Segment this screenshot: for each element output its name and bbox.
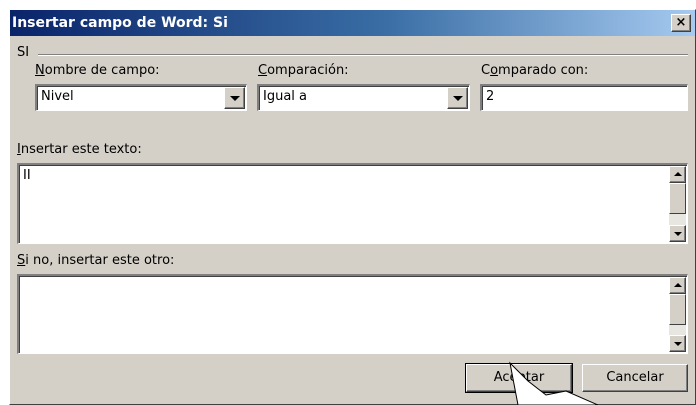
scroll-up-icon bbox=[674, 283, 682, 287]
comparison-combobox[interactable]: Igual a bbox=[257, 84, 470, 111]
comparison-label: Comparación: bbox=[258, 63, 349, 78]
insert-text-scrollbar[interactable] bbox=[669, 166, 686, 242]
dialog-title: Insertar campo de Word: Si bbox=[12, 15, 228, 31]
scroll-thumb[interactable] bbox=[669, 183, 686, 214]
field-name-dropdown-button[interactable] bbox=[224, 87, 245, 109]
chevron-down-icon bbox=[453, 96, 463, 101]
word-field-dialog: Insertar campo de Word: Si × SI Nombre d… bbox=[9, 9, 696, 405]
scroll-up-button[interactable] bbox=[669, 277, 686, 294]
insert-text-label: Insertar este texto: bbox=[17, 142, 142, 157]
else-text-area[interactable] bbox=[17, 274, 688, 354]
compare-to-value: 2 bbox=[486, 89, 495, 104]
else-text-label: Si no, insertar este otro: bbox=[17, 253, 175, 268]
else-text-scrollbar[interactable] bbox=[669, 277, 686, 352]
scroll-thumb[interactable] bbox=[669, 294, 686, 325]
scroll-up-button[interactable] bbox=[669, 166, 686, 183]
group-label: SI bbox=[17, 45, 30, 60]
field-name-value: Nivel bbox=[41, 89, 74, 104]
comparison-dropdown-button[interactable] bbox=[447, 87, 468, 109]
scroll-down-icon bbox=[674, 342, 682, 346]
chevron-down-icon bbox=[230, 96, 240, 101]
group-separator bbox=[38, 54, 688, 56]
insert-text-area[interactable]: II bbox=[17, 163, 688, 244]
close-icon: × bbox=[675, 15, 687, 30]
scroll-up-icon bbox=[674, 172, 682, 176]
close-button[interactable]: × bbox=[671, 14, 691, 32]
scroll-down-button[interactable] bbox=[669, 225, 686, 242]
comparison-value: Igual a bbox=[263, 89, 308, 104]
title-bar[interactable]: Insertar campo de Word: Si × bbox=[10, 10, 695, 36]
scroll-down-button[interactable] bbox=[669, 335, 686, 352]
compare-to-label: Comparado con: bbox=[481, 63, 589, 78]
mouse-pointer-icon bbox=[509, 361, 598, 405]
insert-text-value: II bbox=[23, 168, 31, 183]
field-name-label: Nombre de campo: bbox=[35, 63, 160, 78]
field-name-combobox[interactable]: Nivel bbox=[35, 84, 247, 111]
scroll-down-icon bbox=[674, 232, 682, 236]
compare-to-input[interactable]: 2 bbox=[480, 84, 688, 111]
